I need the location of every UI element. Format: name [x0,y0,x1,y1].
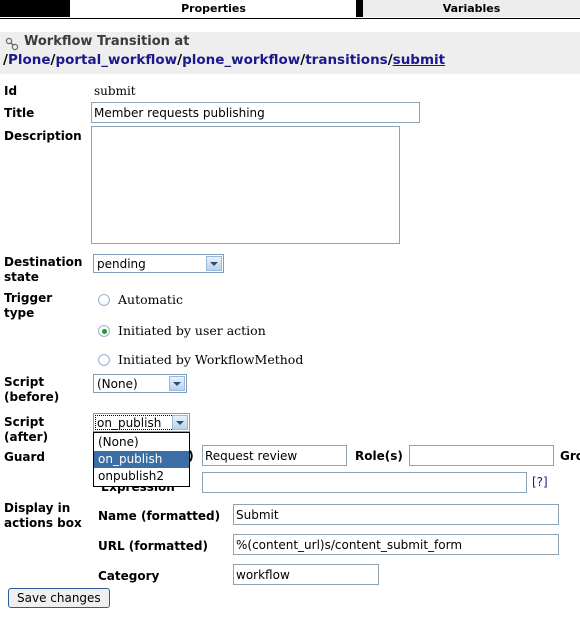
radio-initiated-by-user-action[interactable] [98,325,110,337]
destination-state-select[interactable]: pending [93,254,224,273]
chevron-down-icon[interactable] [172,415,188,430]
label-script-before-text: Script (before) [4,375,60,404]
label-destination-state-text: Destination state [4,255,83,284]
breadcrumb: /Plone/portal_workflow/plone_workflow/tr… [3,52,445,68]
tab-properties[interactable]: Properties [71,0,356,17]
breadcrumb-segment-plone-workflow[interactable]: plone_workflow [182,52,300,68]
script-before-select[interactable]: (None) [93,374,187,393]
tab-contents[interactable] [0,0,70,17]
script-after-select[interactable]: on_publish [93,413,190,432]
save-changes-button[interactable]: Save changes [8,588,110,608]
label-display-in-actions-box-text: Display in actions box [4,501,82,530]
label-script-after-text: Script (after) [4,415,49,444]
label-trigger-type-text: Trigger type [4,291,53,320]
page-header: Workflow Transition at /Plone/portal_wor… [0,32,580,74]
dropdown-option-on-publish[interactable]: on_publish [94,451,189,468]
script-after-dropdown-list[interactable]: (None) on_publish onpublish2 [93,432,190,487]
label-trigger-type: Trigger type [4,291,84,321]
breadcrumb-segment-transitions[interactable]: transitions [305,52,388,68]
label-name-formatted: Name (formatted) [98,509,221,523]
dropdown-option-onpublish2[interactable]: onpublish2 [94,468,189,485]
label-groups: Gro [560,449,580,463]
label-display-in-actions-box: Display in actions box [4,501,86,531]
radio-label-automatic[interactable]: Automatic [118,292,183,307]
breadcrumb-segment-submit[interactable]: submit [393,52,445,68]
dropdown-option-none[interactable]: (None) [94,434,189,451]
category-input[interactable] [233,564,379,585]
label-script-before: Script (before) [4,375,84,405]
value-id: submit [94,84,136,98]
tab-divider [356,0,363,17]
label-url-formatted: URL (formatted) [98,539,208,553]
tab-variables[interactable]: Variables [363,0,580,17]
chevron-down-icon[interactable] [169,376,185,391]
breadcrumb-segment-plone[interactable]: Plone [8,52,51,68]
label-title: Title [4,106,35,120]
destination-state-value: pending [97,257,146,271]
breadcrumb-segment-portal-workflow[interactable]: portal_workflow [55,52,177,68]
label-category: Category [98,569,160,583]
expression-input[interactable] [202,472,527,493]
label-destination-state: Destination state [4,255,84,285]
url-formatted-input[interactable] [233,534,559,555]
permissions-input[interactable] [202,445,347,466]
title-input[interactable] [91,102,420,123]
roles-input[interactable] [409,445,554,466]
label-id: Id [4,84,18,98]
radio-label-initiated-by-user-action[interactable]: Initiated by user action [118,323,266,338]
chevron-down-icon[interactable] [206,256,222,271]
script-before-value: (None) [97,377,138,391]
radio-initiated-by-workflowmethod[interactable] [98,354,110,366]
label-description: Description [4,129,82,143]
chain-link-icon [5,37,21,51]
label-script-after: Script (after) [4,415,84,445]
script-after-value: on_publish [97,416,162,430]
expression-help-link[interactable]: [?] [532,475,548,489]
label-guard: Guard [4,450,45,464]
page-title: Workflow Transition at [24,34,190,49]
name-formatted-input[interactable] [233,504,559,525]
radio-label-initiated-by-workflowmethod[interactable]: Initiated by WorkflowMethod [118,352,303,367]
description-textarea[interactable] [91,126,400,244]
tab-strip: Properties Variables [0,0,580,19]
label-roles: Role(s) [355,449,403,463]
radio-automatic[interactable] [98,294,110,306]
